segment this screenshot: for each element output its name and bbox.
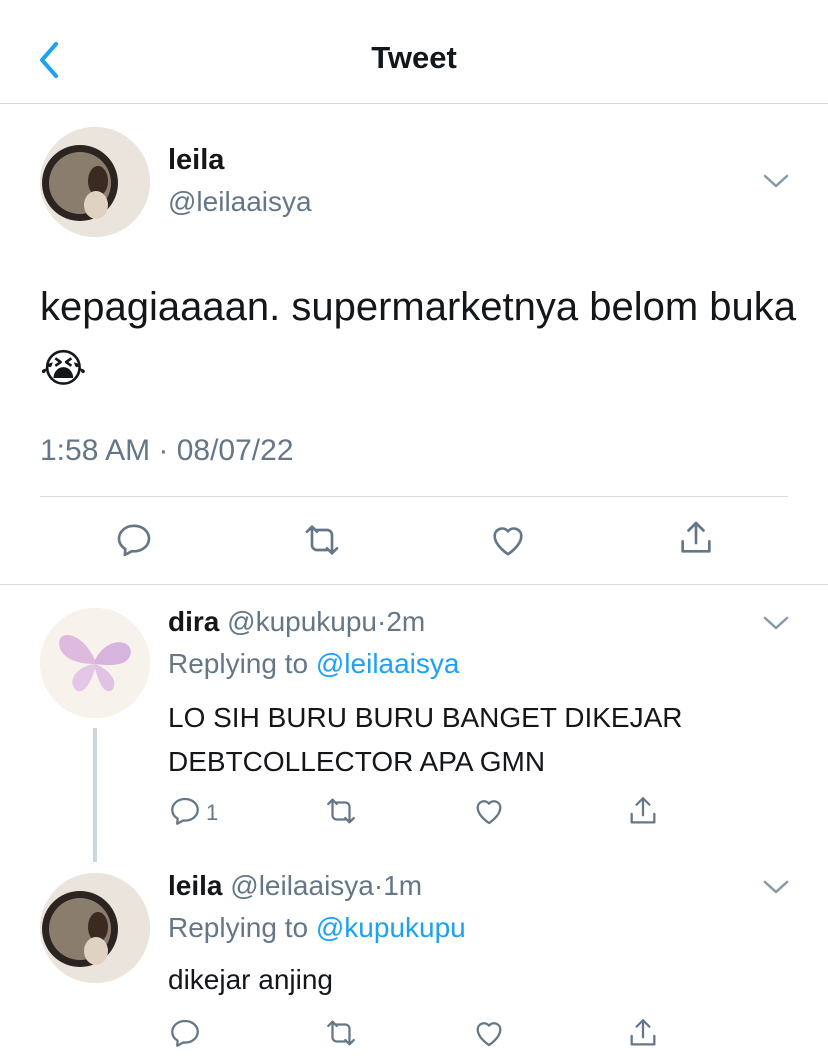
reply-text: LO SIH BURU BURU BANGET DIKEJAR DEBTCOLL…: [168, 702, 683, 777]
avatar[interactable]: [40, 873, 150, 983]
divider: [40, 496, 788, 497]
butterfly-avatar-image: [40, 608, 150, 718]
tweet-timestamp: 1:58 AM · 08/07/22: [40, 434, 294, 467]
reply-icon: [117, 524, 151, 557]
share-icon: [681, 521, 711, 553]
reply-header: leila @leilaaisya·1m: [168, 870, 422, 902]
divider: [0, 584, 828, 585]
reply-options-button[interactable]: [762, 614, 790, 632]
reply-button[interactable]: [114, 520, 154, 560]
replying-to: Replying to @kupukupu: [168, 912, 466, 944]
like-icon: [476, 800, 502, 825]
like-icon: [493, 527, 523, 556]
author-handle[interactable]: @leilaaisya: [168, 186, 312, 218]
retweet-button[interactable]: [322, 1016, 360, 1050]
thread-line: [93, 728, 97, 862]
reply-author-handle[interactable]: @kupukupu: [227, 606, 377, 637]
author-display-name[interactable]: leila: [168, 144, 224, 177]
reply-author-name[interactable]: dira: [168, 606, 219, 637]
reply-author-handle[interactable]: @leilaaisya: [230, 870, 374, 901]
reply-age: 2m: [386, 606, 426, 637]
retweet-button[interactable]: [322, 794, 360, 828]
share-icon: [630, 797, 656, 824]
avatar-image: [40, 127, 150, 237]
dot-separator: ·: [377, 606, 387, 637]
replying-to-link[interactable]: @kupukupu: [316, 912, 466, 943]
chevron-down-icon: [763, 174, 789, 188]
reply-options-button[interactable]: [762, 878, 790, 896]
retweet-icon: [327, 798, 355, 824]
reply-icon: [171, 1019, 199, 1047]
reply-button[interactable]: [168, 1016, 202, 1050]
replying-to: Replying to @leilaaisya: [168, 648, 459, 680]
reply-button[interactable]: [168, 794, 202, 828]
avatar[interactable]: [40, 608, 150, 718]
dot-separator: ·: [373, 870, 384, 901]
avatar[interactable]: [40, 127, 150, 237]
reply-count: 1: [206, 800, 219, 825]
retweet-icon: [305, 525, 339, 555]
top-bar: Tweet: [0, 0, 828, 104]
page-title: Tweet: [371, 40, 457, 75]
like-button[interactable]: [472, 794, 506, 828]
replying-to-label: Replying to: [168, 648, 316, 679]
reply-author-name[interactable]: leila: [168, 870, 222, 901]
retweet-button[interactable]: [300, 520, 344, 560]
reply-header: dira @kupukupu·2m: [168, 606, 425, 638]
share-icon: [630, 1019, 656, 1046]
chevron-down-icon: [763, 616, 789, 630]
reply-text: dikejar anjing: [168, 964, 333, 995]
like-button[interactable]: [472, 1016, 506, 1050]
avatar-image: [40, 873, 150, 983]
share-button[interactable]: [626, 794, 660, 828]
replying-to-label: Replying to: [168, 912, 316, 943]
tweet-options-button[interactable]: [762, 172, 790, 190]
tweet-text: kepagiaaaan. supermarketnya belom buka😭: [40, 285, 797, 391]
share-button[interactable]: [676, 518, 716, 558]
reply-icon: [171, 797, 199, 825]
like-icon: [476, 1022, 502, 1047]
reply-age: 1m: [383, 870, 423, 901]
like-button[interactable]: [488, 520, 528, 560]
chevron-down-icon: [763, 880, 789, 894]
share-button[interactable]: [626, 1016, 660, 1050]
retweet-icon: [327, 1020, 355, 1046]
replying-to-link[interactable]: @leilaaisya: [316, 648, 460, 679]
